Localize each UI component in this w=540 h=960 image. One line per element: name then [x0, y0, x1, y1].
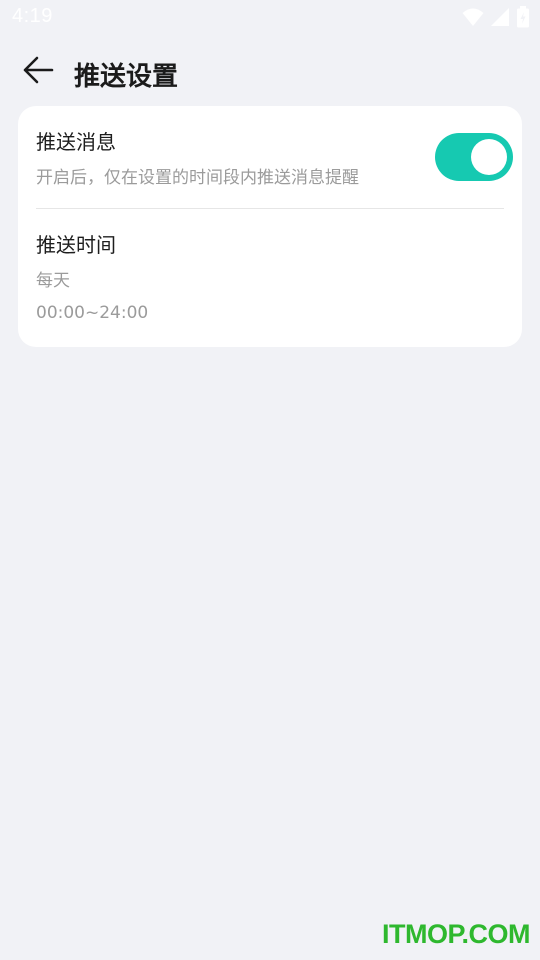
push-message-description: 开启后，仅在设置的时间段内推送消息提醒	[36, 168, 359, 188]
status-bar: 4:19	[0, 0, 540, 36]
push-message-title: 推送消息	[36, 130, 116, 154]
settings-card: 推送消息 开启后，仅在设置的时间段内推送消息提醒 推送时间 每天 00:00~2…	[18, 106, 522, 347]
push-time-title: 推送时间	[36, 233, 116, 257]
app-bar: 推送设置	[0, 48, 540, 96]
wifi-icon	[462, 7, 484, 31]
toggle-knob	[471, 139, 507, 175]
signal-icon	[490, 7, 510, 31]
back-button[interactable]	[18, 54, 58, 90]
watermark-logo: ITMOP.COM	[381, 919, 531, 949]
divider	[36, 208, 504, 209]
status-icons	[462, 6, 530, 32]
back-arrow-icon	[22, 56, 54, 88]
push-message-toggle[interactable]	[435, 133, 513, 181]
push-time-frequency: 每天	[36, 271, 70, 291]
push-time-range: 00:00~24:00	[36, 303, 149, 323]
battery-icon	[516, 6, 530, 32]
page-title: 推送设置	[74, 62, 179, 92]
status-time: 4:19	[12, 5, 53, 27]
